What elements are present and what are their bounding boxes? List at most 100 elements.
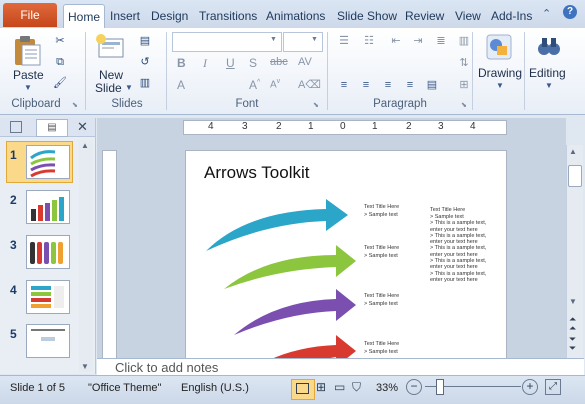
slide-thumbnail-3[interactable] (26, 235, 70, 269)
previous-slide-icon[interactable]: ⏶ ⏶ (569, 315, 576, 333)
fit-to-window-icon[interactable]: ⤢ (545, 379, 561, 395)
bullet-text: This is a sample text, enter your text h… (430, 232, 487, 246)
drawing-icon[interactable] (485, 33, 513, 61)
reset-icon[interactable]: ↺ (137, 54, 153, 70)
tab-view[interactable]: View (455, 6, 481, 26)
tab-home[interactable]: Home (63, 4, 105, 30)
section-icon[interactable]: ▥ (137, 75, 153, 91)
next-slide-icon[interactable]: ⏷ ⏷ (569, 335, 576, 353)
close-pane-icon[interactable]: ✕ (77, 119, 88, 135)
align-center-icon[interactable]: ≡ (358, 77, 374, 93)
slide-show-icon[interactable]: ⛉ (352, 380, 361, 395)
font-color-icon[interactable]: A (177, 78, 185, 92)
character-spacing-icon[interactable]: AV (298, 56, 312, 68)
align-right-icon[interactable]: ≡ (380, 77, 396, 93)
cut-icon[interactable]: ✂ (52, 33, 68, 49)
font-name-combo[interactable] (172, 32, 282, 52)
editing-button[interactable]: Editing (529, 66, 566, 80)
line-spacing-icon[interactable]: ≣ (433, 33, 449, 49)
new-slide-icon[interactable] (95, 33, 127, 67)
align-text-icon[interactable]: ▤ (424, 77, 440, 93)
scroll-up-icon[interactable]: ▲ (81, 141, 89, 150)
shadow-icon[interactable]: S (249, 56, 257, 70)
separator (524, 32, 525, 110)
paragraph-launcher-icon[interactable]: ⬊ (461, 101, 467, 109)
smartart-icon[interactable]: ⊞ (456, 77, 472, 93)
thumbnail-number: 5 (10, 327, 17, 341)
editing-dropdown-icon[interactable]: ▼ (545, 81, 553, 90)
slide-thumbnail-4[interactable] (26, 280, 70, 314)
slide-thumbnail-2[interactable] (26, 190, 70, 224)
slide[interactable]: Arrows Toolkit Text Title Here > Sample … (185, 150, 507, 362)
font-name-dropdown-icon[interactable]: ▼ (270, 36, 277, 43)
zoom-in-icon[interactable]: + (522, 379, 538, 395)
align-left-icon[interactable]: ≡ (336, 77, 352, 93)
outline-tab-icon[interactable]: ▤ (36, 119, 68, 137)
tab-transitions[interactable]: Transitions (199, 6, 257, 26)
italic-icon[interactable]: I (203, 56, 207, 71)
justify-icon[interactable]: ≡ (402, 77, 418, 93)
thumbnail-number: 3 (10, 238, 17, 252)
columns-icon[interactable]: ▥ (456, 33, 472, 49)
slides-tab-icon[interactable] (10, 121, 22, 133)
zoom-out-icon[interactable]: − (406, 379, 422, 395)
font-launcher-icon[interactable]: ⬊ (313, 101, 319, 109)
vertical-ruler (102, 150, 117, 360)
paste-button[interactable]: Paste (13, 68, 44, 82)
drawing-dropdown-icon[interactable]: ▼ (496, 81, 504, 90)
slide-thumbnail-1[interactable] (26, 145, 70, 179)
increase-indent-icon[interactable]: ⇥ (410, 33, 426, 49)
numbering-icon[interactable]: ☷ (361, 33, 377, 49)
notes-pane[interactable]: Click to add notes (97, 358, 584, 376)
bullet-text: Sample text (434, 214, 464, 220)
grow-font-icon[interactable]: A^ (249, 78, 260, 92)
tab-animations[interactable]: Animations (266, 6, 325, 26)
text-direction-icon[interactable]: ⇅ (456, 55, 472, 71)
binoculars-icon[interactable] (535, 33, 563, 61)
slide-thumbnail-5[interactable] (26, 324, 70, 358)
tab-insert[interactable]: Insert (110, 6, 140, 26)
thumb-scrollbar[interactable] (79, 140, 93, 372)
underline-icon[interactable]: U (226, 56, 235, 70)
help-icon[interactable]: ? (563, 5, 577, 19)
strikethrough-icon[interactable]: abc (270, 56, 288, 68)
tab-review[interactable]: Review (405, 6, 444, 26)
scroll-down-icon[interactable]: ▼ (569, 297, 577, 306)
bullet-item: > This is a sample text, enter your text… (430, 258, 487, 271)
minimize-ribbon-icon[interactable]: ⌃ (542, 7, 551, 20)
new-slide-dropdown-icon[interactable]: ▼ (125, 83, 133, 92)
notes-placeholder[interactable]: Click to add notes (115, 360, 218, 375)
clear-formatting-icon[interactable]: A⌫ (298, 78, 321, 91)
separator (472, 32, 473, 110)
block-title: Text Title Here (364, 341, 400, 347)
scroll-up-icon[interactable]: ▲ (569, 147, 577, 156)
bullets-icon[interactable]: ☰ (336, 33, 352, 49)
scroll-down-icon[interactable]: ▼ (81, 362, 89, 371)
format-painter-icon[interactable]: 🖌 (52, 75, 68, 91)
new-slide-label-2[interactable]: Slide (95, 81, 122, 95)
zoom-slider-thumb[interactable] (436, 379, 444, 395)
new-slide-label[interactable]: New (99, 68, 123, 82)
clipboard-launcher-icon[interactable]: ⬊ (72, 101, 78, 109)
copy-icon[interactable]: ⧉ (52, 54, 68, 70)
scroll-thumb[interactable] (568, 165, 582, 187)
drawing-button[interactable]: Drawing (478, 66, 522, 80)
decrease-indent-icon[interactable]: ⇤ (388, 33, 404, 49)
tab-design[interactable]: Design (151, 6, 188, 26)
tab-add-ins[interactable]: Add-Ins (491, 6, 532, 26)
tab-slide-show[interactable]: Slide Show (337, 6, 397, 26)
shrink-font-icon[interactable]: Av (270, 78, 280, 90)
slides-group-label: Slides (111, 98, 143, 110)
language[interactable]: English (U.S.) (181, 382, 249, 394)
file-tab[interactable]: File (3, 3, 57, 27)
bullet-item: > This is a sample text, enter your text… (430, 232, 487, 246)
theme-name[interactable]: "Office Theme" (88, 382, 161, 394)
bold-icon[interactable]: B (177, 56, 186, 70)
zoom-level[interactable]: 33% (376, 382, 398, 394)
paste-dropdown-icon[interactable]: ▼ (24, 83, 32, 92)
font-size-dropdown-icon[interactable]: ▼ (311, 36, 318, 43)
paste-icon[interactable] (12, 33, 42, 67)
layout-icon[interactable]: ▤ (137, 33, 153, 49)
slide-sorter-icon[interactable]: ⊞ (316, 380, 326, 394)
reading-view-icon[interactable]: ▭ (334, 380, 345, 394)
